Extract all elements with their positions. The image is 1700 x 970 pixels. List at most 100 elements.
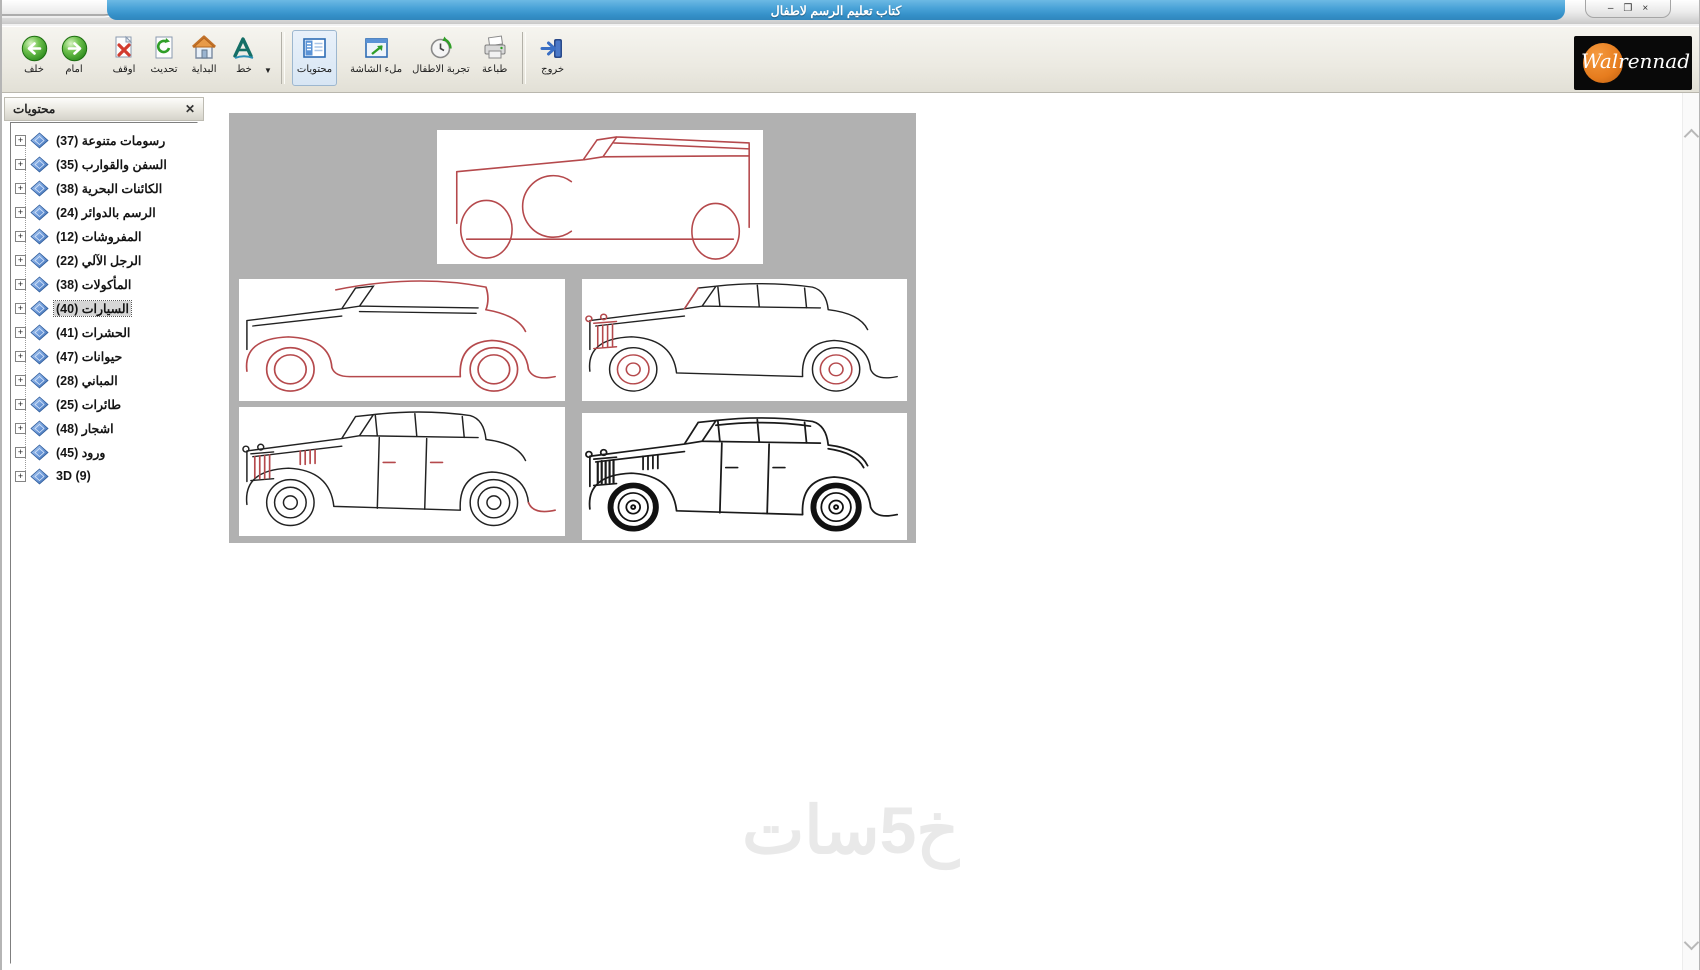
tree-item[interactable]: + المفروشات (12) (11, 224, 197, 248)
tree-item[interactable]: + طائرات (25) (11, 392, 197, 416)
back-icon (19, 33, 49, 63)
print-button[interactable]: طباعة (475, 30, 515, 86)
home-label: البداية (191, 64, 217, 75)
tree-item[interactable]: + الحشرات (41) (11, 320, 197, 344)
category-diamond-icon (30, 467, 50, 485)
font-button[interactable]: خط (224, 30, 264, 86)
expand-plus-icon[interactable]: + (15, 374, 26, 386)
refresh-icon (149, 33, 179, 63)
contents-panel-title: محتويات (13, 102, 56, 116)
home-button[interactable]: البداية (184, 30, 224, 86)
category-diamond-icon (30, 251, 50, 269)
expand-plus-icon[interactable]: + (15, 398, 26, 410)
category-diamond-icon (30, 179, 50, 197)
tree-item-label: ورود (45) (56, 445, 106, 460)
toolbar-separator (280, 32, 285, 84)
app-window: كتاب تعليم الرسم لاطفال – ❐ × خلف امام ا… (0, 0, 1700, 970)
close-button[interactable]: × (1642, 3, 1648, 14)
tree-item[interactable]: + اشجار (48) (11, 416, 197, 440)
clock-icon (426, 33, 456, 63)
tree-item[interactable]: + السيارات (40) (11, 296, 197, 320)
tree-item[interactable]: + المأكولات (38) (11, 272, 197, 296)
category-diamond-icon (30, 395, 50, 413)
restore-button[interactable]: ❐ (1623, 3, 1632, 14)
tree-item-label: رسومات متنوعة (37) (56, 133, 166, 148)
minimize-button[interactable]: – (1608, 3, 1614, 14)
contents-label: محتويات (296, 64, 333, 75)
category-diamond-icon (30, 131, 50, 149)
drawing-steps-panel (229, 113, 916, 543)
expand-plus-icon[interactable]: + (15, 230, 26, 242)
expand-plus-icon[interactable]: + (15, 446, 26, 458)
tree-item-label: الرسم بالدوائر (24) (56, 205, 156, 220)
tree-item[interactable]: + الرجل الآلي (22) (11, 248, 197, 272)
tree-item[interactable]: + الرسم بالدوائر (24) (11, 200, 197, 224)
car-drawing-step-2 (239, 279, 565, 401)
expand-plus-icon[interactable]: + (15, 134, 26, 146)
stop-button[interactable]: اوقف (104, 30, 144, 86)
back-button[interactable]: خلف (14, 30, 54, 86)
caret-down-icon[interactable]: ▼ (264, 66, 272, 75)
home-icon (189, 33, 219, 63)
car-drawing-step-1 (437, 130, 763, 264)
close-panel-icon[interactable]: ✕ (185, 103, 195, 115)
expand-plus-icon[interactable]: + (15, 422, 26, 434)
stop-icon (109, 33, 139, 63)
kids-timer-button[interactable]: تجربة الاطفال (407, 30, 475, 86)
toolbar: خلف امام اوقف تحديث البداية خط ▼ محتويات… (2, 26, 1699, 93)
font-label: خط (236, 64, 252, 75)
tree-item-label: المأكولات (38) (56, 277, 132, 292)
expand-plus-icon[interactable]: + (15, 326, 26, 338)
forward-button[interactable]: امام (54, 30, 94, 86)
tree-item[interactable]: + الكائنات البحرية (38) (11, 176, 197, 200)
logo-wordmark: Walrennad (1581, 49, 1691, 73)
category-diamond-icon (30, 203, 50, 221)
car-drawing-step-4 (239, 407, 565, 536)
car-drawing-step-3 (582, 279, 907, 401)
category-diamond-icon (30, 227, 50, 245)
khamsat-watermark: خ5سات (742, 793, 959, 867)
refresh-label: تحديث (150, 64, 178, 75)
tree-item[interactable]: + المباني (28) (11, 368, 197, 392)
tree-item-label: حيوانات (47) (56, 349, 123, 364)
tree-item-label: اشجار (48) (56, 421, 114, 436)
tree-item-label: المفروشات (12) (56, 229, 142, 244)
titlebar-pill: كتاب تعليم الرسم لاطفال (107, 0, 1565, 20)
expand-plus-icon[interactable]: + (15, 182, 26, 194)
expand-plus-icon[interactable]: + (15, 158, 26, 170)
category-diamond-icon (30, 443, 50, 461)
tree-item[interactable]: + ورود (45) (11, 440, 197, 464)
publisher-logo: Walrennad (1574, 36, 1692, 90)
car-drawing-step-5 (582, 413, 907, 540)
window-controls: – ❐ × (1585, 0, 1671, 18)
fullscreen-button[interactable]: ملء الشاشة (345, 30, 407, 86)
scroll-down-icon[interactable] (1683, 934, 1700, 951)
expand-plus-icon[interactable]: + (15, 470, 26, 482)
vertical-scrollbar[interactable] (1682, 93, 1700, 970)
category-diamond-icon (30, 419, 50, 437)
stop-label: اوقف (112, 64, 136, 75)
category-diamond-icon (30, 323, 50, 341)
tree-item-label: السيارات (40) (52, 299, 133, 317)
refresh-button[interactable]: تحديث (144, 30, 184, 86)
contents-button[interactable]: محتويات (291, 30, 338, 86)
scroll-up-icon[interactable] (1683, 128, 1700, 145)
category-diamond-icon (30, 299, 50, 317)
kids-timer-label: تجربة الاطفال (412, 64, 470, 75)
expand-plus-icon[interactable]: + (15, 302, 26, 314)
expand-plus-icon[interactable]: + (15, 278, 26, 290)
tree-item[interactable]: + السفن والقوارب (35) (11, 152, 197, 176)
expand-plus-icon[interactable]: + (15, 350, 26, 362)
print-label: طباعة (481, 64, 508, 75)
expand-plus-icon[interactable]: + (15, 254, 26, 266)
tree-item[interactable]: + رسومات متنوعة (37) (11, 128, 197, 152)
tree-item-label: الكائنات البحرية (38) (56, 181, 163, 196)
category-diamond-icon (30, 275, 50, 293)
tree-item-label: السفن والقوارب (35) (56, 157, 167, 172)
tree-item[interactable]: + حيوانات (47) (11, 344, 197, 368)
exit-button[interactable]: خروج (533, 30, 573, 86)
font-icon (229, 33, 259, 63)
fullscreen-label: ملء الشاشة (350, 64, 403, 75)
tree-item[interactable]: + 3D (9) (11, 464, 197, 488)
expand-plus-icon[interactable]: + (15, 206, 26, 218)
